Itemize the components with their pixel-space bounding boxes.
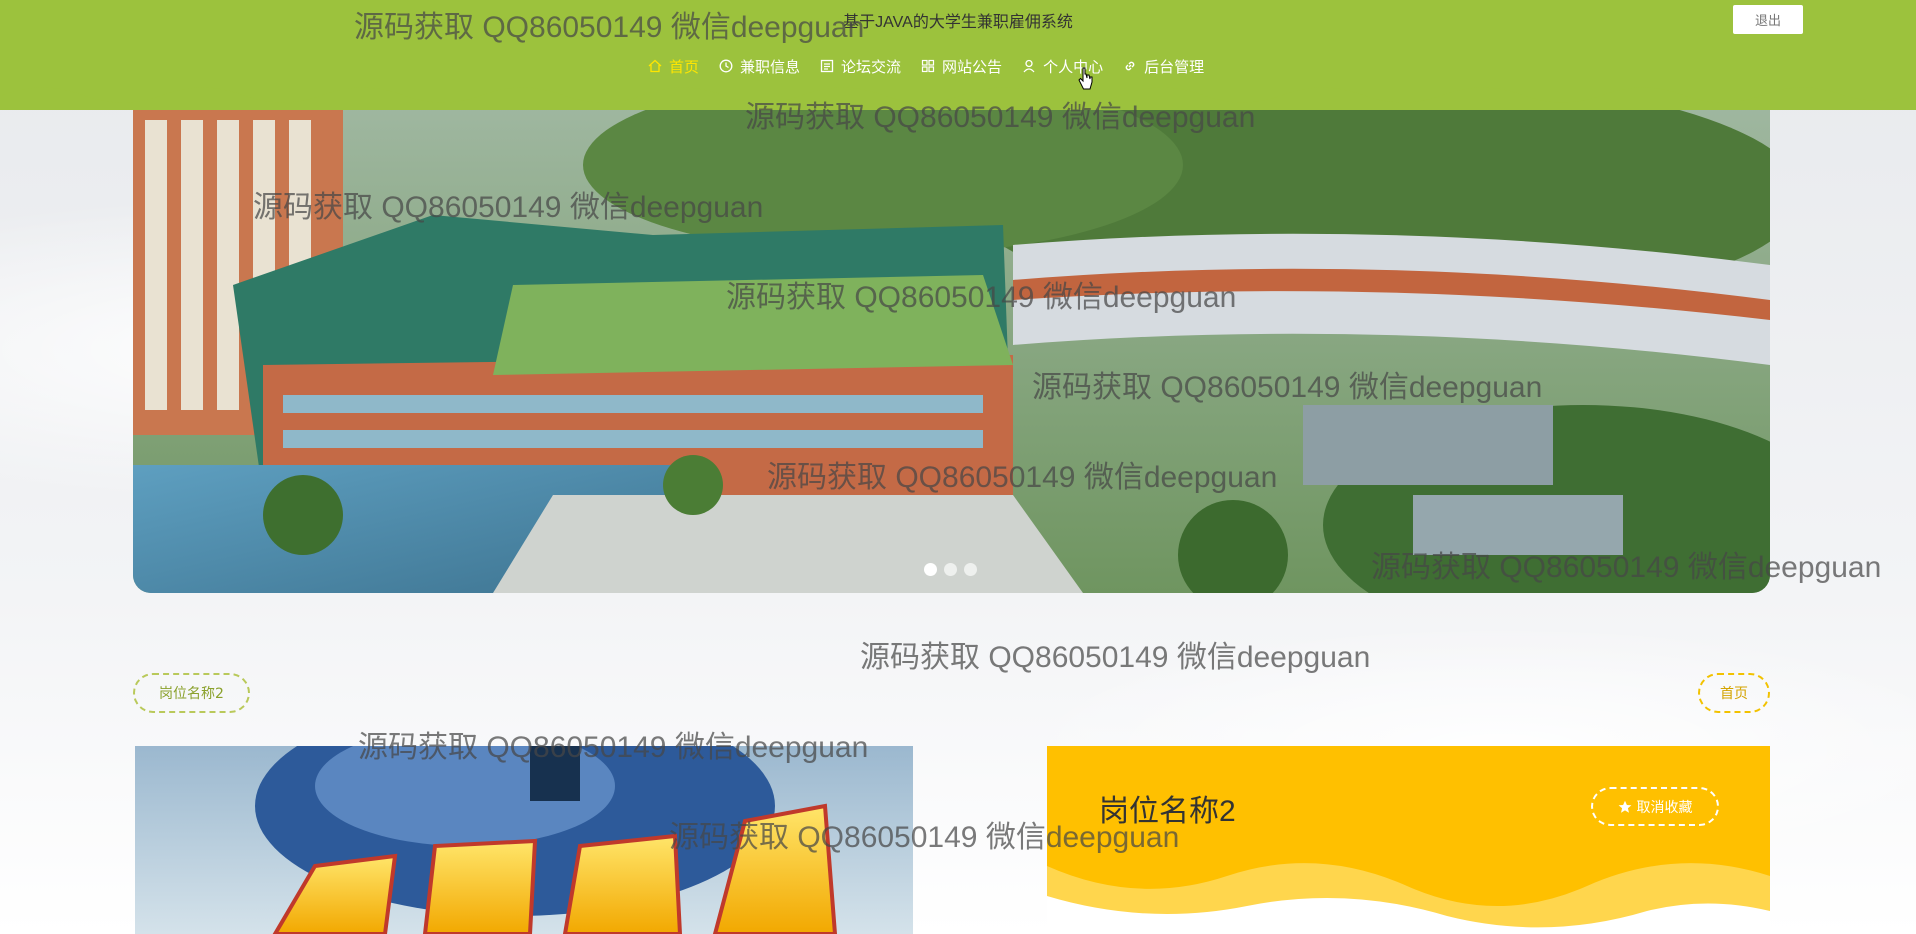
carousel-dot-2[interactable] [944, 563, 957, 576]
main-nav: 首页 兼职信息 论坛交流 网站公告 个人中心 后台管理 [648, 53, 1204, 79]
card-wave-decoration [1047, 863, 1770, 934]
mouse-cursor-icon [1078, 67, 1093, 90]
nav-item-notice[interactable]: 网站公告 [921, 53, 1002, 79]
site-title: 基于JAVA的大学生兼职雇佣系统 [843, 14, 1073, 31]
campus-photo [133, 105, 1770, 593]
document-icon [820, 59, 834, 73]
job-title: 岗位名称2 [1099, 795, 1236, 828]
nav-item-label: 兼职信息 [740, 58, 801, 76]
carousel-dot-3[interactable] [964, 563, 977, 576]
grid-icon [921, 59, 935, 73]
nav-item-label: 后台管理 [1144, 58, 1205, 76]
top-header: 基于JAVA的大学生兼职雇佣系统 退出 首页 兼职信息 论坛交流 网站公告 个人… [0, 0, 1916, 110]
nav-item-admin[interactable]: 后台管理 [1123, 53, 1204, 79]
nav-item-forum[interactable]: 论坛交流 [820, 53, 901, 79]
link-icon [1125, 61, 1135, 71]
breadcrumb-current: 岗位名称2 [133, 673, 250, 713]
carousel-dots [924, 563, 977, 576]
nav-item-label: 个人中心 [1043, 58, 1104, 76]
hero-banner[interactable] [133, 105, 1770, 593]
logout-button[interactable]: 退出 [1733, 5, 1803, 34]
nav-item-label: 网站公告 [942, 58, 1003, 76]
breadcrumb-home-link[interactable]: 首页 [1698, 673, 1770, 713]
recruitment-poster-image [135, 746, 913, 934]
job-image [135, 746, 913, 934]
header-wave-decoration [0, 80, 1916, 103]
home-icon [648, 59, 662, 73]
unfavorite-label: 取消收藏 [1636, 798, 1693, 815]
star-icon [1618, 800, 1631, 813]
nav-item-label: 论坛交流 [841, 58, 902, 76]
nav-item-label: 首页 [669, 58, 700, 76]
carousel-dot-1[interactable] [924, 563, 937, 576]
user-icon [1023, 59, 1035, 73]
nav-item-home[interactable]: 首页 [648, 53, 699, 79]
nav-item-jobs[interactable]: 兼职信息 [719, 53, 800, 79]
clock-icon [719, 59, 733, 73]
unfavorite-button[interactable]: 取消收藏 [1591, 787, 1719, 826]
job-detail-card: 岗位名称2 取消收藏 [1047, 746, 1770, 934]
